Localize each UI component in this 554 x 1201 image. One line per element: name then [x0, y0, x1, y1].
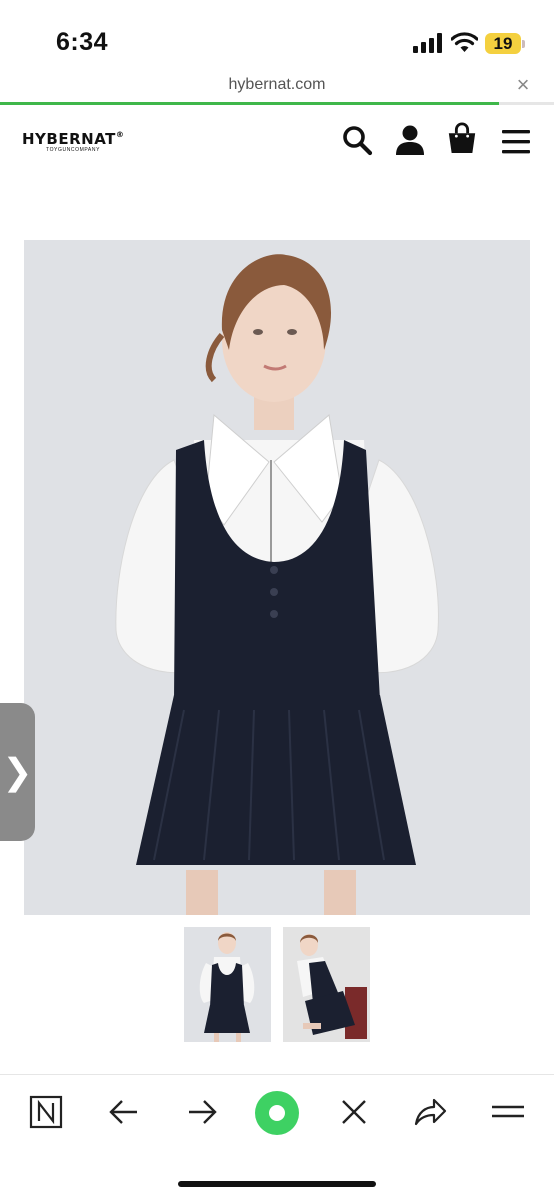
load-progress-bar — [0, 102, 554, 105]
product-image[interactable] — [24, 240, 530, 915]
url-label[interactable]: hybernat.com — [0, 76, 554, 94]
close-icon[interactable] — [336, 1094, 372, 1130]
battery-cap — [522, 40, 525, 48]
cellular-signal-icon — [413, 33, 442, 53]
shopping-bag-icon[interactable] — [446, 122, 478, 154]
thumbnail-illustration-2 — [283, 927, 370, 1042]
menu-icon[interactable] — [490, 1094, 526, 1130]
battery-indicator: 19 — [485, 33, 521, 54]
menu-icon[interactable] — [500, 126, 532, 158]
product-thumbnail-2[interactable] — [283, 927, 370, 1042]
thumbnail-illustration-1 — [184, 927, 271, 1042]
forward-arrow-icon[interactable] — [184, 1094, 220, 1130]
home-indicator[interactable] — [178, 1181, 376, 1187]
user-icon[interactable] — [394, 124, 426, 156]
site-logo[interactable]: HYBERNAT® TOYGUNCOMPANY — [22, 130, 124, 153]
search-icon[interactable] — [341, 124, 373, 156]
green-dot-icon[interactable] — [254, 1090, 300, 1136]
side-panel-toggle[interactable]: ❯ — [0, 703, 35, 841]
status-time: 6:34 — [56, 28, 109, 56]
wifi-icon — [451, 32, 478, 52]
share-icon[interactable] — [412, 1094, 448, 1130]
naver-n-icon[interactable] — [28, 1094, 64, 1130]
logo-registered-mark: ® — [115, 130, 125, 139]
logo-text: HYBERNAT — [22, 130, 116, 148]
product-thumbnail-1[interactable] — [184, 927, 271, 1042]
back-arrow-icon[interactable] — [106, 1094, 142, 1130]
product-photo-illustration — [24, 240, 530, 915]
close-page-button[interactable]: × — [512, 74, 534, 96]
load-progress-fill — [0, 102, 499, 105]
